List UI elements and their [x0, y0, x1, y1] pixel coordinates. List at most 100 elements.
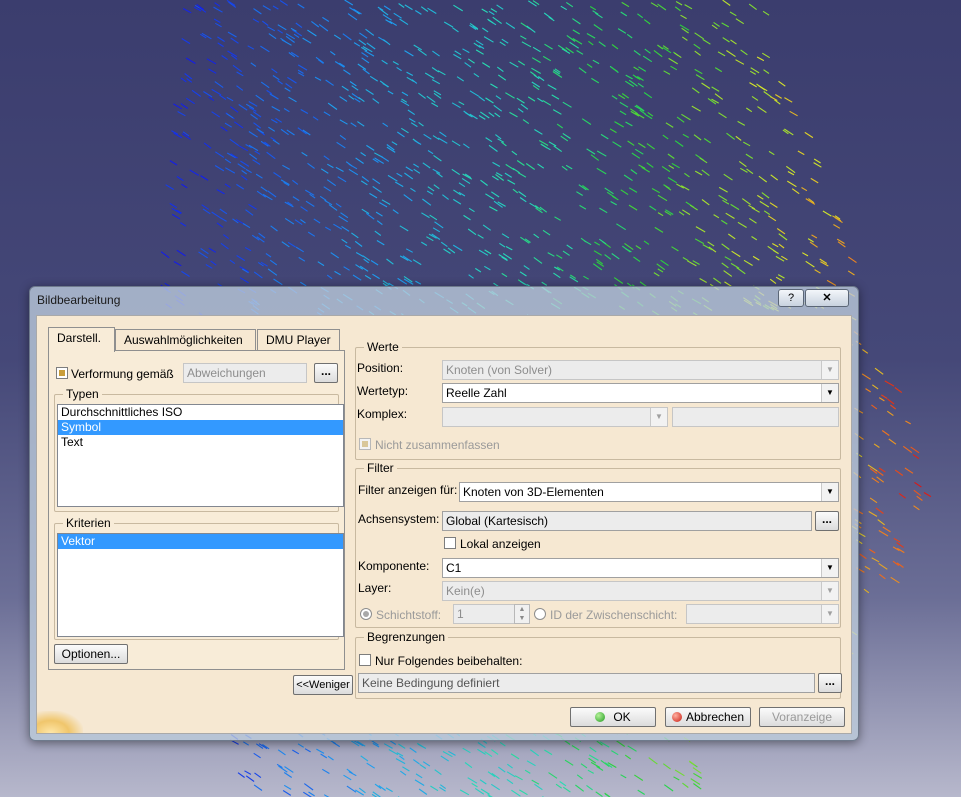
vector-arrow: [768, 150, 775, 156]
vector-arrow: [725, 212, 735, 219]
vector-arrow: [285, 33, 295, 40]
deformation-browse-button[interactable]: ...: [314, 363, 338, 383]
list-item[interactable]: Text: [58, 435, 343, 450]
vector-arrow: [620, 774, 627, 779]
tab-auswahlmoeglichkeiten[interactable]: Auswahlmöglichkeiten: [115, 329, 256, 351]
close-button[interactable]: ✕: [805, 289, 849, 307]
vector-arrow: [589, 6, 597, 11]
vector-arrow: [355, 252, 364, 257]
vector-arrow: [740, 167, 748, 173]
vector-arrow: [340, 212, 349, 219]
vector-arrow: [213, 18, 221, 23]
vector-arrow: [467, 58, 475, 64]
vector-arrow: [334, 61, 345, 68]
vector-arrow: [348, 168, 359, 176]
chevron-down-icon: ▼: [821, 483, 838, 501]
vector-arrow: [347, 13, 358, 21]
vector-arrow: [307, 162, 315, 169]
vector-arrow: [379, 8, 389, 16]
list-item[interactable]: Durchschnittliches ISO: [58, 405, 343, 420]
vector-arrow: [675, 1, 683, 6]
vector-arrow: [300, 219, 306, 224]
vector-arrow: [366, 144, 375, 151]
types-listbox[interactable]: Durchschnittliches ISO Symbol Text: [57, 404, 344, 507]
vector-arrow: [516, 160, 525, 166]
vector-arrow: [871, 477, 880, 484]
vector-arrow: [514, 775, 523, 781]
deformation-checkbox[interactable]: [56, 367, 68, 379]
component-label: Komponente:: [358, 559, 430, 573]
vector-arrow: [248, 101, 258, 107]
list-item[interactable]: Symbol: [58, 420, 343, 435]
vector-arrow: [219, 217, 227, 222]
vector-arrow: [643, 92, 653, 99]
condition-browse-button[interactable]: ...: [818, 673, 842, 693]
vector-arrow: [583, 240, 592, 246]
vector-arrow: [361, 176, 370, 183]
help-button[interactable]: ?: [778, 289, 804, 307]
vector-arrow: [544, 749, 553, 756]
vector-arrow: [358, 39, 367, 46]
condition-field: Keine Bedingung definiert: [358, 673, 815, 693]
vector-arrow: [600, 133, 609, 140]
vector-arrow: [814, 269, 821, 274]
vector-arrow: [304, 748, 311, 753]
vector-arrow: [761, 192, 770, 199]
vector-arrow: [797, 150, 805, 156]
vector-arrow: [399, 770, 407, 776]
show-local-checkbox[interactable]: [444, 537, 456, 549]
vector-arrow: [388, 749, 399, 756]
value-type-combo[interactable]: Reelle Zahl ▼: [442, 383, 839, 403]
options-button[interactable]: Optionen...: [54, 644, 128, 664]
filter-show-for-combo[interactable]: Knoten von 3D-Elementen ▼: [459, 482, 839, 502]
vector-arrow: [770, 174, 779, 181]
vector-arrow: [560, 135, 569, 142]
vector-arrow: [714, 93, 724, 100]
title-bar[interactable]: Bildbearbeitung ? ✕: [30, 287, 858, 313]
vector-arrow: [496, 66, 504, 73]
vector-arrow: [427, 186, 435, 192]
vector-arrow: [638, 142, 646, 149]
tab-dmu-player[interactable]: DMU Player: [257, 329, 340, 351]
component-combo[interactable]: C1 ▼: [442, 558, 839, 578]
list-item[interactable]: Vektor: [58, 534, 343, 549]
keep-only-checkbox[interactable]: [359, 654, 371, 666]
vector-arrow: [252, 18, 260, 23]
vector-arrow: [314, 76, 322, 81]
criteria-listbox[interactable]: Vektor: [57, 533, 344, 637]
vector-arrow: [292, 179, 299, 185]
vector-arrow: [335, 166, 344, 172]
vector-arrow: [333, 34, 342, 40]
vector-arrow: [556, 254, 563, 259]
vector-arrow: [774, 99, 781, 105]
vector-arrow: [333, 223, 343, 230]
vector-arrow: [402, 766, 410, 772]
vector-arrow: [520, 35, 527, 40]
vector-arrow: [694, 170, 703, 176]
ok-button[interactable]: OK: [570, 707, 656, 727]
cancel-button[interactable]: Abbrechen: [665, 707, 751, 727]
vector-arrow: [643, 240, 650, 245]
vector-arrow: [756, 56, 765, 62]
vector-arrow: [663, 784, 674, 792]
vector-arrow: [711, 24, 718, 30]
vector-arrow: [431, 102, 439, 108]
vector-arrow: [252, 111, 262, 118]
vector-arrow: [405, 166, 413, 172]
vector-arrow: [383, 743, 393, 749]
vector-arrow: [324, 199, 333, 206]
vector-arrow: [591, 77, 600, 84]
vector-arrow: [203, 142, 212, 149]
vector-arrow: [404, 50, 414, 57]
vector-arrow: [413, 163, 420, 168]
vector-arrow: [442, 194, 449, 200]
vector-arrow: [372, 273, 380, 280]
vector-arrow: [767, 215, 777, 222]
vector-arrow: [284, 87, 291, 92]
vector-arrow: [491, 772, 500, 780]
tab-darstell[interactable]: Darstell.: [48, 327, 115, 352]
less-button[interactable]: <<Weniger: [293, 675, 353, 695]
vector-arrow: [861, 373, 871, 380]
axis-system-browse-button[interactable]: ...: [815, 511, 839, 531]
vector-arrow: [323, 111, 331, 117]
